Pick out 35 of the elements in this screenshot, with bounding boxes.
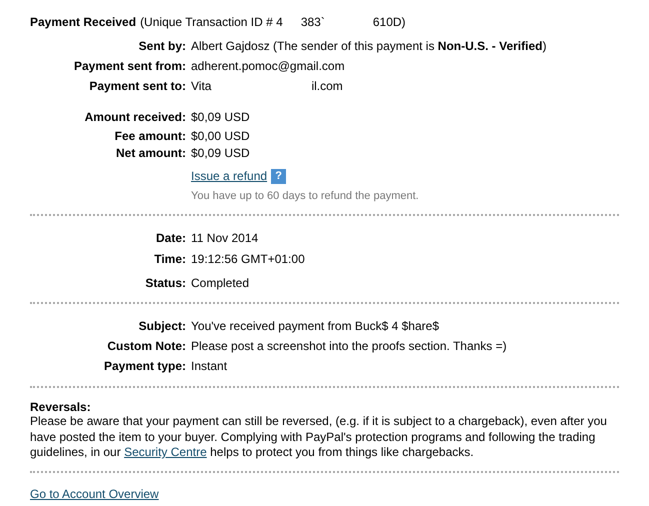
field-value: Vita [191, 78, 212, 95]
field-value: $0,09 USD [191, 109, 250, 126]
field-label: Amount received: [84, 109, 186, 126]
field-label: Payment sent to: [89, 78, 186, 95]
reversals-heading: Reversals: [30, 400, 92, 414]
page-title: Payment Received [30, 14, 136, 31]
field-label: Time: [154, 250, 186, 268]
field-value: Albert Gajdosz (The sender of this payment is Non-U.S. - Verified) [191, 38, 546, 55]
field-label: Sent by: [138, 38, 186, 55]
field-value: 11 Nov 2014 [191, 230, 258, 246]
field-value: Please post a screenshot into the proofs section. Thanks =) [191, 338, 507, 355]
account-overview-link[interactable]: Go to Account Overview [30, 486, 159, 500]
security-centre-link[interactable]: Security Centre [124, 445, 207, 459]
field-label: Payment sent from: [74, 58, 186, 75]
field-value: il.com [311, 78, 343, 95]
field-label: Custom Note: [107, 338, 186, 355]
transaction-id: 383` [300, 14, 325, 31]
field-value: adherent.pomoc@gmail.com [191, 58, 345, 75]
field-label: Net amount: [116, 144, 186, 162]
field-value: 19:12:56 GMT+01:00 [191, 250, 305, 268]
field-label: Status: [145, 275, 186, 292]
refund-note: You have up to 60 days to refund the payment. [191, 188, 419, 204]
field-value: $0,00 USD [191, 128, 250, 144]
issue-refund-link[interactable]: Issue a refund [191, 167, 268, 185]
field-value: You've received payment from Buck$ 4 $hare$ [191, 318, 439, 335]
field-value: Completed [191, 275, 250, 292]
field-label: Subject: [138, 318, 186, 335]
transaction-id: (Unique Transaction ID # 4 [140, 14, 283, 31]
field-label: Payment type: [104, 358, 186, 375]
reversals-paragraph: Please be aware that your payment can still be reversed, (e.g. if it is subject to a chargeback), even after you have posted the item to your buyer. Complying with PayPal's protection programs and following the trading guidelines, in our Security Centre helps to protect you from things like chargebacks. [30, 414, 608, 460]
field-label: Date: [156, 230, 186, 246]
field-value: Instant [191, 358, 228, 375]
transaction-id: 610D) [372, 14, 406, 31]
field-label: Fee amount: [114, 128, 186, 144]
field-value: $0,09 USD [191, 144, 250, 162]
